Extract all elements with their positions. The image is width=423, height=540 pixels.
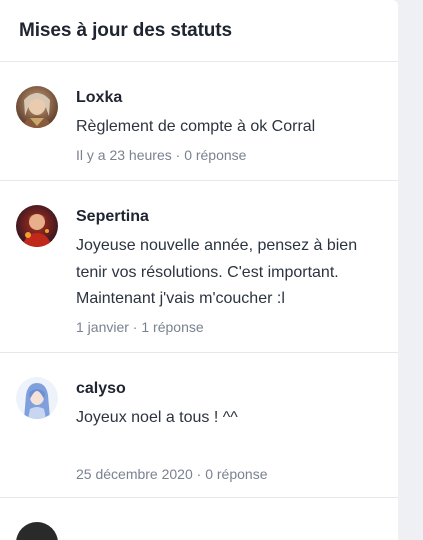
status-item <box>0 498 398 540</box>
status-item: calyso Joyeux noel a tous ! ^^ 25 décemb… <box>0 353 398 498</box>
meta-separator: · <box>192 465 206 482</box>
widget-header: Mises à jour des statuts <box>0 0 398 62</box>
meta-separator: · <box>128 318 142 335</box>
status-time[interactable]: 25 décembre 2020 <box>76 466 193 482</box>
user-avatar-icon <box>16 205 58 247</box>
meta-separator: · <box>171 146 185 163</box>
status-message: Joyeux noel a tous ! ^^ <box>76 409 238 426</box>
status-content: calyso Joyeux noel a tous ! ^^ 25 décemb… <box>76 379 386 483</box>
status-content: Sepertina Joyeuse nouvelle année, pensez… <box>76 207 386 336</box>
status-item: Loxka Règlement de compte à ok Corral Il… <box>0 62 398 181</box>
reply-count[interactable]: 1 réponse <box>141 319 203 335</box>
status-item: Sepertina Joyeuse nouvelle année, pensez… <box>0 181 398 353</box>
status-meta: Il y a 23 heures · 0 réponse <box>76 146 386 164</box>
status-message: Règlement de compte à ok Corral <box>76 118 316 135</box>
avatar[interactable] <box>16 205 58 247</box>
user-avatar-icon <box>16 377 58 419</box>
avatar[interactable] <box>16 522 58 540</box>
status-content: Loxka Règlement de compte à ok Corral Il… <box>76 88 386 164</box>
status-message: Joyeuse nouvelle année, pensez à bien te… <box>76 237 358 307</box>
status-author[interactable]: Sepertina <box>76 207 386 227</box>
status-meta: 25 décembre 2020 · 0 réponse <box>76 465 386 483</box>
status-time[interactable]: Il y a 23 heures <box>76 147 172 163</box>
status-time[interactable]: 1 janvier <box>76 319 129 335</box>
avatar[interactable] <box>16 86 58 128</box>
status-author[interactable]: Loxka <box>76 88 386 108</box>
status-updates-widget: Mises à jour des statuts Loxka Règlement… <box>0 0 398 540</box>
user-avatar-icon <box>16 86 58 128</box>
reply-count[interactable]: 0 réponse <box>184 147 246 163</box>
widget-title: Mises à jour des statuts <box>19 19 233 41</box>
status-author[interactable]: calyso <box>76 379 386 399</box>
status-meta: 1 janvier · 1 réponse <box>76 318 386 336</box>
avatar[interactable] <box>16 377 58 419</box>
reply-count[interactable]: 0 réponse <box>205 466 267 482</box>
